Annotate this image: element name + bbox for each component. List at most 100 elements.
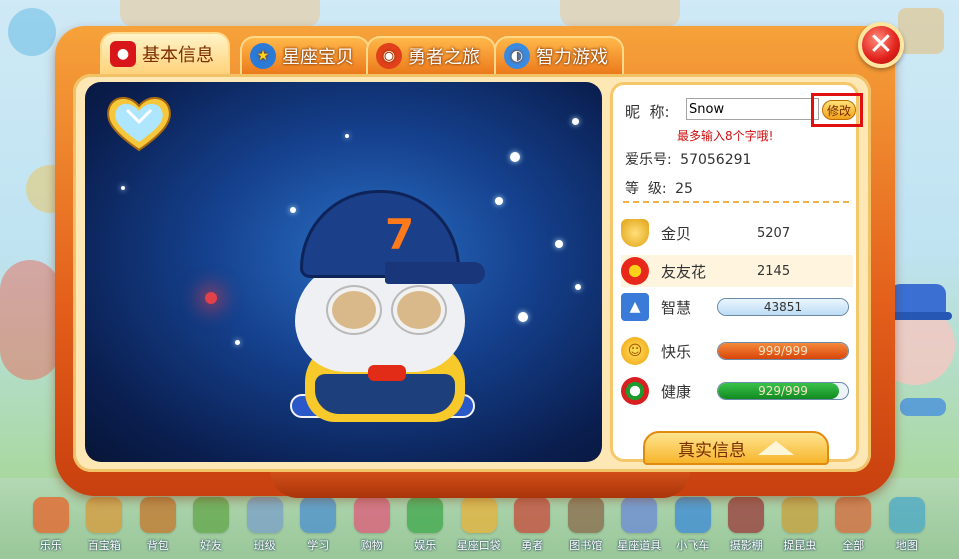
globe-icon: ◐ (504, 43, 530, 69)
friend-flower-row: 友友花 2145 (621, 255, 853, 287)
wisdom-row: ▲ 智慧 43851 (621, 291, 853, 323)
tab-hero-journey[interactable]: ◉ 勇者之旅 (366, 36, 496, 74)
toolbar-item-icon (888, 497, 925, 533)
medal-icon: ◉ (376, 43, 402, 69)
nickname-input[interactable] (686, 98, 819, 120)
dashed-divider (623, 201, 849, 203)
real-info-button[interactable]: 真实信息 (643, 431, 829, 465)
red-glow (205, 292, 217, 304)
toolbar-item-icon (781, 497, 818, 533)
tab-label: 勇者之旅 (408, 47, 480, 68)
toolbar-item[interactable]: 乐乐 (24, 483, 78, 553)
toolbar-item-label: 百宝箱 (87, 539, 121, 552)
sparkle-star (345, 134, 349, 138)
toolbar-item-label: 购物 (360, 539, 383, 552)
pet-right-glass (393, 287, 445, 333)
background-top-decoration (560, 0, 680, 26)
sparkle-star (518, 312, 528, 322)
nickname-hint: 最多输入8个字哦! (677, 129, 774, 143)
pet-bowtie (368, 365, 406, 381)
graduation-cap-icon: ▲ (621, 293, 649, 321)
health-bar: 929/999 (717, 382, 849, 400)
toolbar-item-icon (193, 497, 230, 533)
toolbar-item-label: 班级 (253, 539, 276, 552)
sparkle-star (575, 284, 581, 290)
toolbar-item-label: 星座口袋 (456, 539, 501, 552)
tab-puzzle-game[interactable]: ◐ 智力游戏 (494, 36, 624, 74)
wisdom-bar: 43851 (717, 298, 849, 316)
toolbar-item-label: 学习 (307, 539, 330, 552)
toolbar-item-icon (139, 497, 176, 533)
id-label: 爱乐号: (625, 152, 672, 168)
toolbar-item-icon (835, 497, 872, 533)
id-value: 57056291 (680, 152, 752, 168)
toolbar-item-label: 图书馆 (569, 539, 603, 552)
wisdom-value: 43851 (763, 300, 803, 314)
sparkle-star (235, 340, 240, 345)
id-row: 爱乐号: 57056291 (625, 149, 751, 169)
toolbar-item-icon (514, 497, 551, 533)
background-top-decoration (120, 0, 320, 26)
gold-shell-row: 金贝 5207 (621, 217, 853, 249)
toolbar-item-icon (674, 497, 711, 533)
profile-window-bottom (270, 470, 690, 498)
shell-icon (621, 219, 649, 247)
toolbar-item-icon (246, 497, 283, 533)
background-bow (900, 398, 946, 416)
toolbar-item-label: 好友 (200, 539, 223, 552)
profile-info-panel: 昵 称: 修改 最多输入8个字哦! 爱乐号: 57056291 等 级: 25 … (610, 82, 863, 465)
sparkle-star (555, 240, 563, 248)
health-row: 健康 929/999 (621, 375, 853, 407)
happy-bar: 999/999 (717, 342, 849, 360)
background-frame-icon (898, 8, 944, 54)
gold-label: 金贝 (661, 224, 692, 243)
toolbar-item-label: 摄影棚 (729, 539, 763, 552)
pet-scene-panel: 7 (85, 82, 602, 462)
toolbar-item-icon (621, 497, 658, 533)
level-row: 等 级: 25 (625, 178, 693, 198)
heart-gem-badge (107, 97, 171, 152)
health-value: 929/999 (758, 384, 808, 398)
toolbar-item-icon (32, 497, 69, 533)
bag-icon: ● (110, 41, 136, 67)
sparkle-star (290, 207, 296, 213)
health-label: 健康 (661, 382, 692, 401)
edit-button-highlight: 修改 (811, 93, 863, 127)
toolbar-item-label: 乐乐 (39, 539, 62, 552)
level-value: 25 (675, 181, 693, 197)
toolbar-item-label: 小飞车 (676, 539, 710, 552)
health-icon (621, 377, 649, 405)
cap-number-badge: 7 (385, 210, 415, 259)
toolbar-item[interactable]: 地图 (880, 483, 934, 553)
toolbar-item-label: 全部 (842, 539, 865, 552)
toolbar-item-icon (407, 497, 444, 533)
happy-label: 快乐 (661, 342, 692, 361)
toolbar-item-icon (353, 497, 390, 533)
flower-icon (621, 257, 649, 285)
flower-label: 友友花 (661, 262, 707, 281)
smiley-icon: ☺ (621, 337, 649, 365)
toolbar-item-label: 地图 (895, 539, 918, 552)
close-icon: ✕ (868, 27, 894, 62)
tab-label: 基本信息 (142, 45, 214, 66)
tab-label: 星座宝贝 (282, 47, 354, 68)
toolbar-item-label: 背包 (146, 539, 169, 552)
level-label: 等 级: (625, 181, 667, 197)
happy-value: 999/999 (758, 344, 808, 358)
tab-constellation-baby[interactable]: ★ 星座宝贝 (240, 36, 370, 74)
background-tv-icon (8, 8, 56, 56)
sparkle-star (510, 152, 520, 162)
happy-row: ☺ 快乐 999/999 (621, 335, 853, 367)
pet-left-glass (328, 287, 380, 333)
star-icon: ★ (250, 43, 276, 69)
toolbar-item-icon (567, 497, 604, 533)
tab-basic-info[interactable]: ● 基本信息 (100, 32, 230, 74)
edit-nickname-button[interactable]: 修改 (822, 100, 856, 120)
sparkle-star (572, 118, 579, 125)
close-button[interactable]: ✕ (858, 22, 904, 68)
sparkle-star (121, 186, 125, 190)
wisdom-label: 智慧 (661, 298, 692, 317)
pet-cap-brim (385, 262, 485, 284)
toolbar-item-icon (728, 497, 765, 533)
toolbar-item-label: 捉昆虫 (783, 539, 817, 552)
